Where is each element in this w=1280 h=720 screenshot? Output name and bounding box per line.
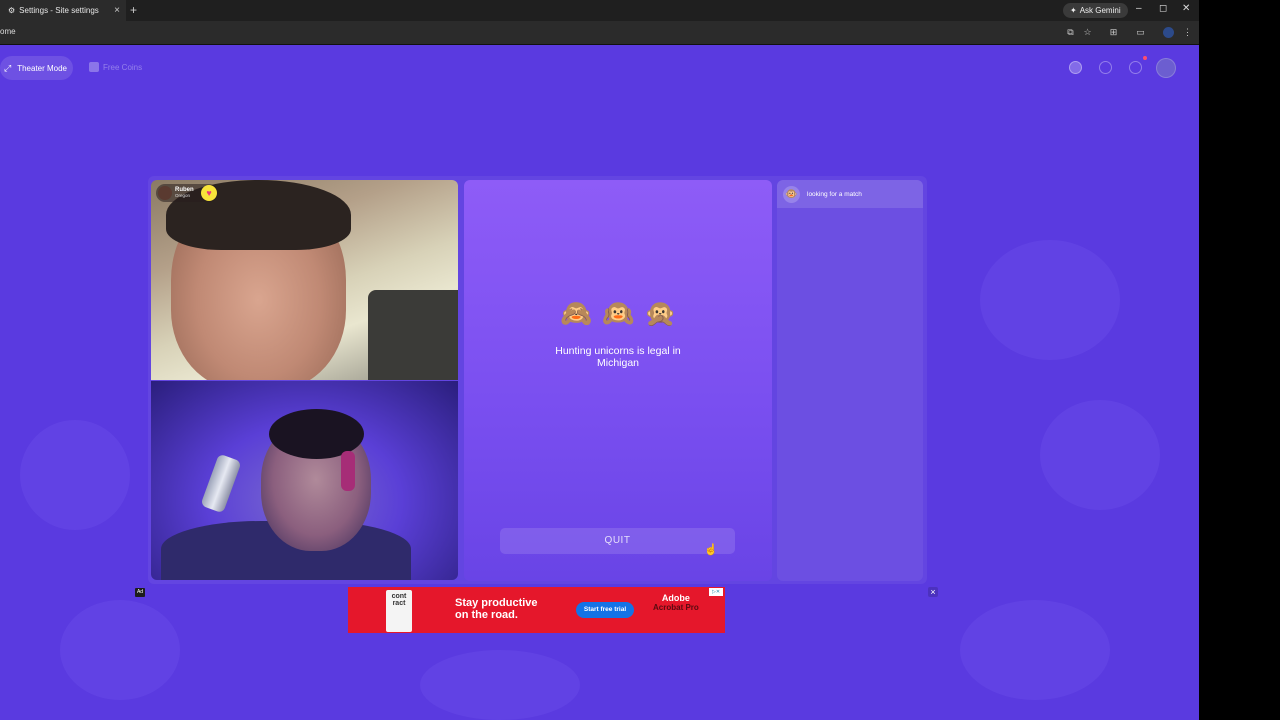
theater-mode-label: Theater Mode xyxy=(17,63,68,73)
expand-icon: ⤢ xyxy=(4,62,12,73)
ad-close-button[interactable]: × xyxy=(928,587,938,597)
tab-settings[interactable]: ⚙ Settings - Site settings × xyxy=(0,0,126,21)
remote-user-avatar xyxy=(158,186,172,200)
profile-icon[interactable] xyxy=(1163,27,1174,38)
browser-viewport: ⚙ Settings - Site settings × + ✦ Ask Gem… xyxy=(0,0,1199,720)
ad-badge: Ad xyxy=(135,588,145,597)
bg-blob xyxy=(960,600,1110,700)
tab-title: Settings - Site settings xyxy=(19,6,99,15)
local-video xyxy=(151,381,458,580)
star-icon[interactable]: ☆ xyxy=(1082,27,1093,38)
ad-brand-name: Adobe xyxy=(661,593,690,603)
notification-dot xyxy=(1143,56,1147,60)
heart-icon[interactable]: ♥ xyxy=(201,185,217,201)
match-status: looking for a match xyxy=(807,190,862,198)
ad-headline-text: Stay productive on the road. xyxy=(455,597,538,621)
theater-mode-button[interactable]: ⤢ Theater Mode xyxy=(0,56,73,80)
quit-button[interactable]: QUIT xyxy=(500,528,735,554)
ad-choices-icon[interactable]: ▷✕ xyxy=(709,588,723,596)
tab-close-icon[interactable]: × xyxy=(114,5,120,16)
remote-video xyxy=(151,180,458,380)
match-panel xyxy=(464,180,772,581)
see-no-evil-monkey-icon: 🙈 xyxy=(560,298,593,328)
ad-headline: Stay productive on the road. xyxy=(455,597,538,621)
ad-document-image: cont ract xyxy=(386,590,412,632)
remote-user-location: Oregon xyxy=(175,193,191,198)
new-tab-button[interactable]: + xyxy=(130,3,137,17)
background-furniture xyxy=(368,290,458,380)
sparkle-icon: ✦ xyxy=(1070,6,1077,15)
screen-edge xyxy=(1199,0,1280,720)
install-icon[interactable]: ⧉ xyxy=(1065,27,1076,38)
sidepanel-icon[interactable]: ▭ xyxy=(1135,27,1146,38)
gem-icon[interactable] xyxy=(1069,61,1082,74)
mouse-cursor-icon: ☝ xyxy=(704,544,718,556)
bg-blob xyxy=(980,240,1120,360)
tab-strip: ⚙ Settings - Site settings × + ✦ Ask Gem… xyxy=(0,0,1199,21)
ask-gemini-button[interactable]: ✦ Ask Gemini xyxy=(1063,3,1128,18)
chat-header: 🐵 looking for a match xyxy=(777,180,923,208)
chat-icon[interactable] xyxy=(1129,61,1142,74)
gear-icon: ⚙ xyxy=(8,6,16,15)
chat-panel xyxy=(777,180,923,581)
ad-banner[interactable]: cont ract Stay productive on the road. St… xyxy=(348,587,725,633)
bg-blob xyxy=(20,420,130,530)
bg-blob xyxy=(60,600,180,700)
ask-gemini-label: Ask Gemini xyxy=(1079,6,1121,15)
history-icon[interactable] xyxy=(1099,61,1112,74)
free-coins-label: Free Coins xyxy=(103,62,143,72)
coins-icon xyxy=(89,62,99,72)
fun-fact-text: Hunting unicorns is legal in Michigan xyxy=(555,345,681,369)
ad-product-name: Acrobat Pro xyxy=(653,603,699,612)
free-coins-button[interactable]: Free Coins xyxy=(89,62,142,72)
ad-brand: Adobe Acrobat Pro xyxy=(653,593,699,613)
extensions-icon[interactable]: ⊞ xyxy=(1108,27,1119,38)
restore-button[interactable]: ◻ xyxy=(1159,3,1167,14)
headset xyxy=(341,451,355,491)
speak-no-evil-monkey-icon: 🙊 xyxy=(644,298,677,328)
address-bar[interactable]: ome ⧉ ☆ ⊞ ▭ ⋮ xyxy=(0,21,1199,45)
drink-can xyxy=(200,453,242,514)
address-text[interactable]: ome xyxy=(0,27,16,36)
hear-no-evil-monkey-icon: 🙉 xyxy=(602,298,635,328)
bg-blob xyxy=(420,650,580,720)
bg-blob xyxy=(1040,400,1160,510)
close-window-button[interactable]: ✕ xyxy=(1182,3,1190,14)
avatar[interactable] xyxy=(1156,58,1176,78)
menu-dots-icon[interactable]: ⋮ xyxy=(1182,27,1193,38)
start-free-trial-button[interactable]: Start free trial xyxy=(576,602,634,618)
minimize-button[interactable]: – xyxy=(1136,3,1142,14)
monkey-avatar-icon: 🐵 xyxy=(783,185,800,203)
